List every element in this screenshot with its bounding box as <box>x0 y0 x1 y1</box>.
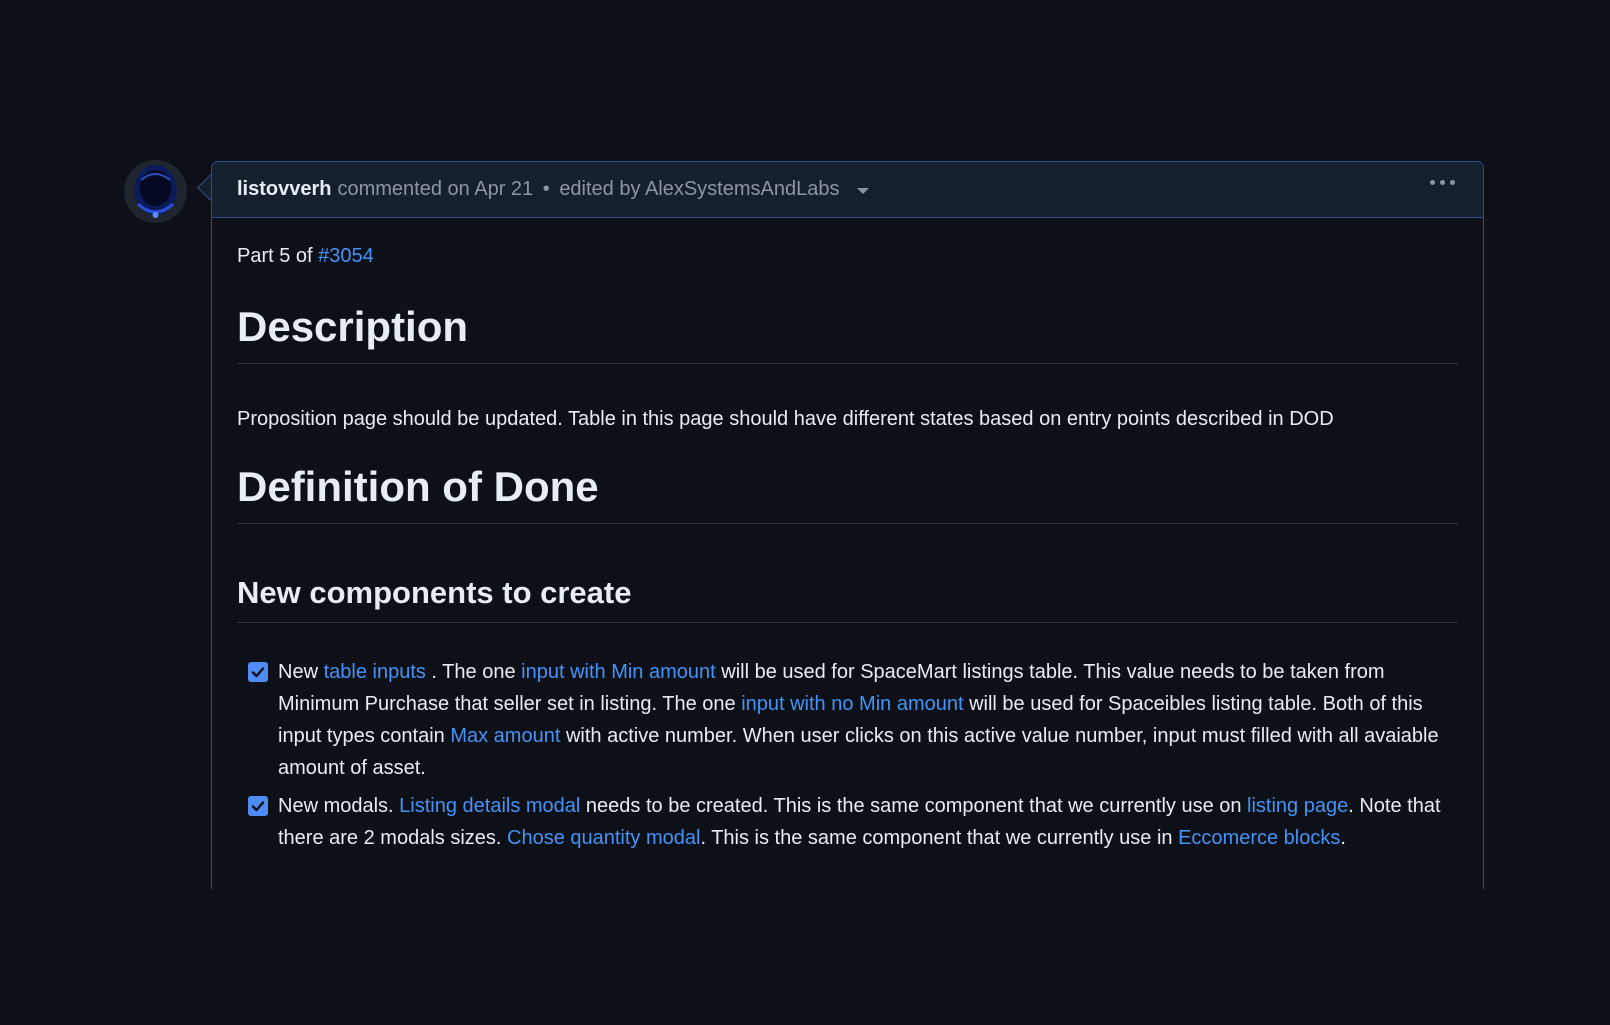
task-text: New modals. <box>278 795 400 817</box>
task-link[interactable]: listing page <box>1247 795 1348 817</box>
task-link[interactable]: Chose quantity modal <box>507 827 700 849</box>
task-link[interactable]: input with Min amount <box>521 661 716 683</box>
edited-by[interactable]: edited by AlexSystemsAndLabs <box>559 178 839 200</box>
author-link[interactable]: listovverh <box>237 178 331 201</box>
task-text: needs to be created. This is the same co… <box>580 795 1248 817</box>
meta-separator: • <box>542 178 550 200</box>
issue-link[interactable]: #3054 <box>318 245 374 267</box>
part-paragraph: Part 5 of #3054 <box>237 240 374 272</box>
task-text: New <box>278 661 324 683</box>
comment-box: listovverh commented on Apr 21 • edited … <box>211 161 1484 889</box>
kebab-horizontal-icon[interactable] <box>1430 180 1455 185</box>
astronaut-helmet-avatar <box>124 160 187 223</box>
task-checkbox[interactable] <box>248 662 268 682</box>
task-list: New table inputs . The one input with Mi… <box>237 656 1442 860</box>
task-item: New table inputs . The one input with Mi… <box>237 656 1442 784</box>
description-text: Proposition page should be updated. Tabl… <box>237 408 1334 430</box>
task-link[interactable]: Max amount <box>450 725 560 747</box>
task-checkbox[interactable] <box>248 796 268 816</box>
commented-date[interactable]: commented on Apr 21 <box>337 178 533 200</box>
avatar[interactable] <box>124 160 187 223</box>
task-text: . The one <box>425 661 522 683</box>
task-item: New modals. Listing details modal needs … <box>237 790 1442 854</box>
task-link[interactable]: input with no Min amount <box>741 693 963 715</box>
dod-heading: Definition of Done <box>237 461 1458 524</box>
description-heading: Description <box>237 301 1458 364</box>
task-link[interactable]: table inputs <box>324 661 426 683</box>
edit-history-dropdown-icon[interactable] <box>857 187 870 194</box>
comment-meta: commented on Apr 21 • edited by AlexSyst… <box>337 178 870 201</box>
components-heading: New components to create <box>237 573 1458 623</box>
task-link[interactable]: Eccomerce blocks <box>1178 827 1340 849</box>
comment-header: listovverh commented on Apr 21 • edited … <box>212 162 1483 218</box>
part-prefix: Part 5 of <box>237 245 319 267</box>
task-link[interactable]: Listing details modal <box>399 795 580 817</box>
task-text: . <box>1340 827 1346 849</box>
check-icon <box>251 667 265 678</box>
check-icon <box>251 801 265 812</box>
task-text: . This is the same component that we cur… <box>700 827 1179 849</box>
